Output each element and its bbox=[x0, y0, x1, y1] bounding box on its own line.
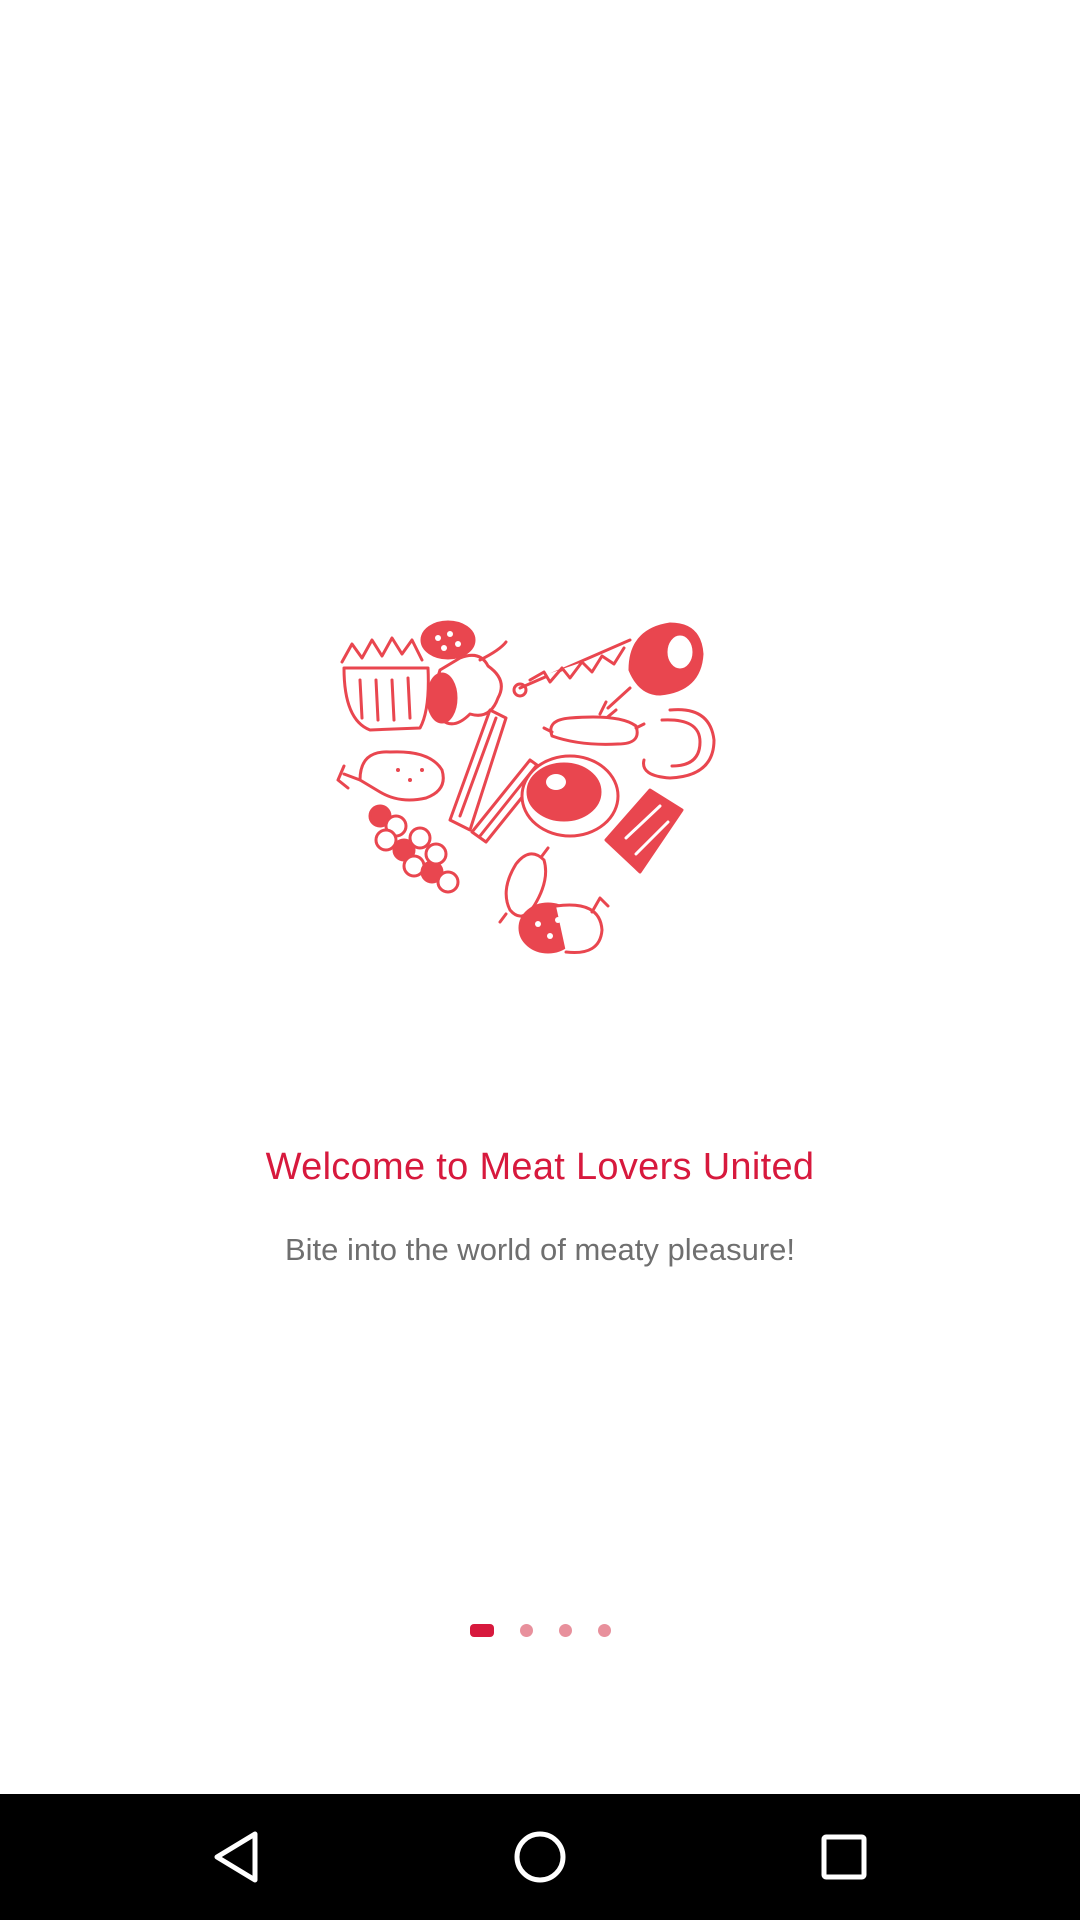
page-dot-3[interactable] bbox=[558, 1623, 572, 1637]
onboarding-subtitle: Bite into the world of meaty pleasure! bbox=[284, 1232, 796, 1267]
page-dot-4[interactable] bbox=[597, 1623, 611, 1637]
page-dot-2[interactable] bbox=[519, 1623, 533, 1637]
page-indicator bbox=[0, 1622, 1080, 1638]
back-button[interactable] bbox=[176, 1794, 296, 1920]
onboarding-page[interactable]: Welcome to Meat Lovers United Bite into … bbox=[0, 0, 1080, 1794]
system-navigation-bar bbox=[0, 1794, 1080, 1920]
page-dot-1[interactable] bbox=[469, 1623, 494, 1637]
home-button[interactable] bbox=[480, 1794, 600, 1920]
screen: Welcome to Meat Lovers United Bite into … bbox=[0, 0, 1080, 1920]
recents-square-icon bbox=[821, 1834, 867, 1880]
onboarding-title: Welcome to Meat Lovers United bbox=[265, 1146, 815, 1188]
meat-heart-illustration bbox=[336, 620, 716, 955]
home-circle-icon bbox=[514, 1831, 566, 1883]
back-triangle-icon bbox=[214, 1831, 258, 1883]
recents-button[interactable] bbox=[784, 1794, 904, 1920]
